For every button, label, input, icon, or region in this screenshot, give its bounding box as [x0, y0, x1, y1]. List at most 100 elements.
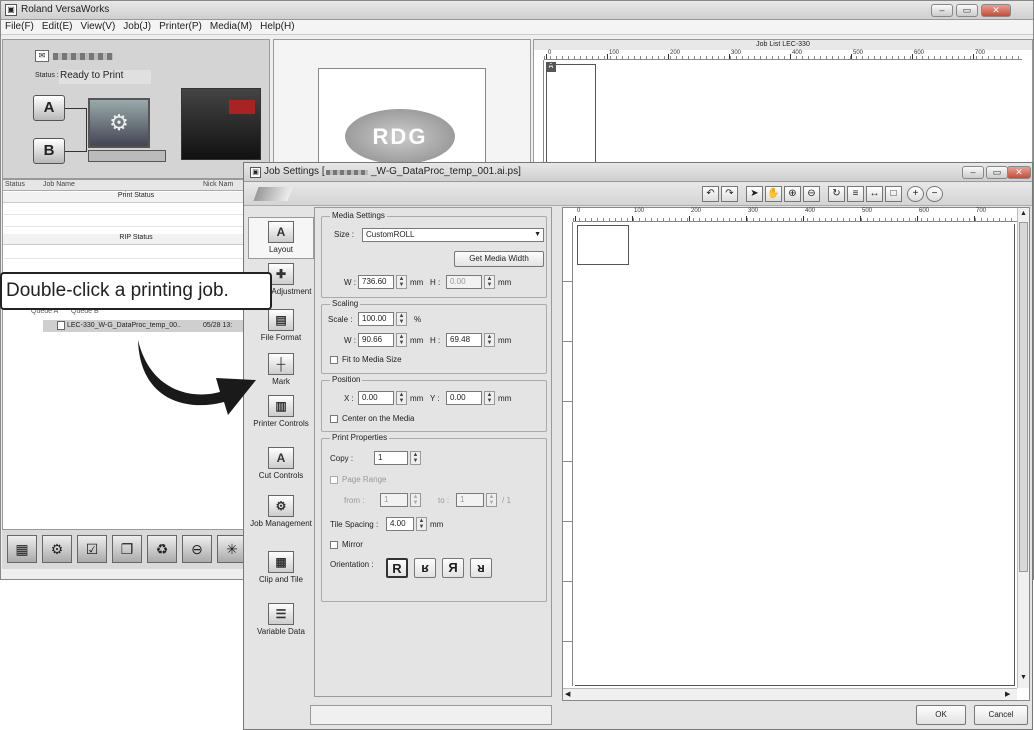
sidebar-item-label: Layout — [268, 245, 294, 254]
dialog-title-prefix: Job Settings [ — [264, 166, 325, 177]
dialog-restore-button[interactable]: ▭ — [986, 166, 1008, 179]
fit-to-media-checkbox[interactable] — [330, 356, 338, 364]
select-icon[interactable]: ➤ — [746, 186, 763, 202]
job-list-header: Status Job Name Nick Nam — [3, 180, 269, 191]
scaling-h-field[interactable]: 69.48 — [446, 333, 482, 347]
maximize-button[interactable]: ▭ — [956, 4, 978, 17]
job-image-placeholder[interactable] — [577, 225, 629, 265]
orientation-270-button[interactable]: ᴚ — [470, 558, 492, 578]
sidebar-item-label: Mark — [272, 377, 290, 386]
scale-stepper[interactable]: ▲ ▼ — [396, 312, 407, 326]
from-stepper[interactable]: ▲ ▼ — [410, 493, 421, 507]
scaling-w-field[interactable]: 90.66 — [358, 333, 394, 347]
media-w-stepper[interactable]: ▲ ▼ — [396, 275, 407, 289]
undo-icon[interactable]: ↶ — [702, 186, 719, 202]
x-stepper[interactable]: ▲ ▼ — [396, 391, 407, 405]
add-job-icon[interactable]: ▦ — [7, 535, 37, 563]
col-status[interactable]: Status — [5, 181, 25, 188]
copy-stepper[interactable]: ▲ ▼ — [410, 451, 421, 465]
copy-field[interactable]: 1 — [374, 451, 408, 465]
orientation-0-button[interactable]: R — [386, 558, 408, 578]
cancel-button[interactable]: Cancel — [974, 705, 1028, 725]
sidebar-item-cut[interactable]: A Cut Controls — [248, 447, 314, 480]
rotate-icon[interactable]: ↻ — [828, 186, 845, 202]
duplicate-icon[interactable]: ❐ — [112, 535, 142, 563]
table-row[interactable] — [4, 216, 244, 227]
menu-item-0[interactable]: File(F) — [1, 20, 38, 34]
printer-settings-icon[interactable]: ✉ — [35, 50, 49, 62]
media-h-field[interactable]: 0.00 — [446, 275, 482, 289]
rip-icon[interactable]: ♻ — [147, 535, 177, 563]
scroll-up-icon[interactable]: ▲ — [1020, 210, 1027, 217]
vertical-scrollbar[interactable]: ▲ ▼ — [1017, 208, 1029, 688]
scroll-right-icon[interactable]: ▶ — [1005, 690, 1010, 698]
stop-icon[interactable]: ⊖ — [182, 535, 212, 563]
zoom-in-icon[interactable]: ⊕ — [784, 186, 801, 202]
from-field[interactable]: 1 — [380, 493, 408, 507]
col-job-name[interactable]: Job Name — [43, 181, 75, 188]
col-nick-name[interactable]: Nick Nam — [203, 181, 233, 188]
menu-item-4[interactable]: Printer(P) — [155, 20, 206, 34]
scaling-w-stepper[interactable]: ▲ ▼ — [396, 333, 407, 347]
scroll-left-icon[interactable]: ◀ — [565, 690, 570, 698]
menu-item-1[interactable]: Edit(E) — [38, 20, 77, 34]
dialog-minimize-button[interactable]: – — [962, 166, 984, 179]
media-h-stepper[interactable]: ▲ ▼ — [484, 275, 495, 289]
align-icon[interactable]: ≡ — [847, 186, 864, 202]
menu-item-2[interactable]: View(V) — [76, 20, 119, 34]
queue-a-icon[interactable]: A — [33, 95, 65, 121]
scroll-down-icon[interactable]: ▼ — [1020, 674, 1027, 681]
y-stepper[interactable]: ▲ ▼ — [484, 391, 495, 405]
sidebar-item-clip[interactable]: ▦ Clip and Tile — [248, 551, 314, 584]
sidebar-item-layout[interactable]: A Layout — [248, 217, 314, 259]
description-bar — [310, 705, 552, 725]
add-circle-icon[interactable]: + — [907, 186, 924, 202]
tile-spacing-field[interactable]: 4.00 — [386, 517, 414, 531]
media-area — [575, 224, 1015, 686]
hand-icon[interactable]: ✋ — [765, 186, 782, 202]
printer-controls-icon: ▥ — [268, 395, 294, 417]
redo-icon[interactable]: ↷ — [721, 186, 738, 202]
scale-field[interactable]: 100.00 — [358, 312, 394, 326]
table-row[interactable] — [4, 204, 244, 215]
sidebar-item-variable[interactable]: ☰ Variable Data — [248, 603, 314, 636]
job-settings-icon[interactable]: ☑ — [77, 535, 107, 563]
menu-item-6[interactable]: Help(H) — [256, 20, 298, 34]
printer-accent — [229, 100, 255, 114]
orientation-90-button[interactable]: ʁ — [414, 558, 436, 578]
table-row[interactable] — [4, 248, 244, 259]
ok-button[interactable]: OK — [916, 705, 966, 725]
tile-spacing-stepper[interactable]: ▲ ▼ — [416, 517, 427, 531]
mirror-checkbox[interactable] — [330, 541, 338, 549]
to-label: to : — [438, 496, 450, 505]
horizontal-scrollbar[interactable]: ◀ ▶ — [563, 688, 1017, 700]
menu-bar: File(F) Edit(E) View(V) Job(J) Printer(P) Med… — [1, 20, 1033, 35]
to-field[interactable]: 1 — [456, 493, 484, 507]
queue-b-icon[interactable]: B — [33, 138, 65, 164]
get-media-width-button[interactable]: Get Media Width — [454, 251, 544, 267]
settings-icon[interactable]: ⚙ — [42, 535, 72, 563]
page-range-checkbox[interactable] — [330, 476, 338, 484]
center-on-media-checkbox[interactable] — [330, 415, 338, 423]
media-w-field[interactable]: 736.60 — [358, 275, 394, 289]
remove-circle-icon[interactable]: − — [926, 186, 943, 202]
scrollbar-thumb[interactable] — [1019, 222, 1028, 572]
zoom-out-icon[interactable]: ⊖ — [803, 186, 820, 202]
menu-item-3[interactable]: Job(J) — [119, 20, 155, 34]
sidebar-item-job[interactable]: ⚙ Job Management — [248, 495, 314, 528]
orientation-180-button[interactable]: Я — [442, 558, 464, 578]
job-list-thumb[interactable] — [546, 64, 596, 178]
close-button[interactable]: ✕ — [981, 4, 1011, 17]
dialog-title-redacted — [326, 170, 368, 175]
to-stepper[interactable]: ▲ ▼ — [486, 493, 497, 507]
scaling-h-stepper[interactable]: ▲ ▼ — [484, 333, 495, 347]
dialog-close-button[interactable]: ✕ — [1007, 166, 1031, 179]
x-field[interactable]: 0.00 — [358, 391, 394, 405]
page-icon[interactable]: □ — [885, 186, 902, 202]
y-field[interactable]: 0.00 — [446, 391, 482, 405]
menu-item-5[interactable]: Media(M) — [206, 20, 256, 34]
size-select[interactable]: CustomROLL ▼ — [362, 228, 544, 242]
fit-width-icon[interactable]: ↔ — [866, 186, 883, 202]
minimize-button[interactable]: – — [931, 4, 953, 17]
job-list-title-bar: Job List LEC-330 — [534, 40, 1032, 50]
